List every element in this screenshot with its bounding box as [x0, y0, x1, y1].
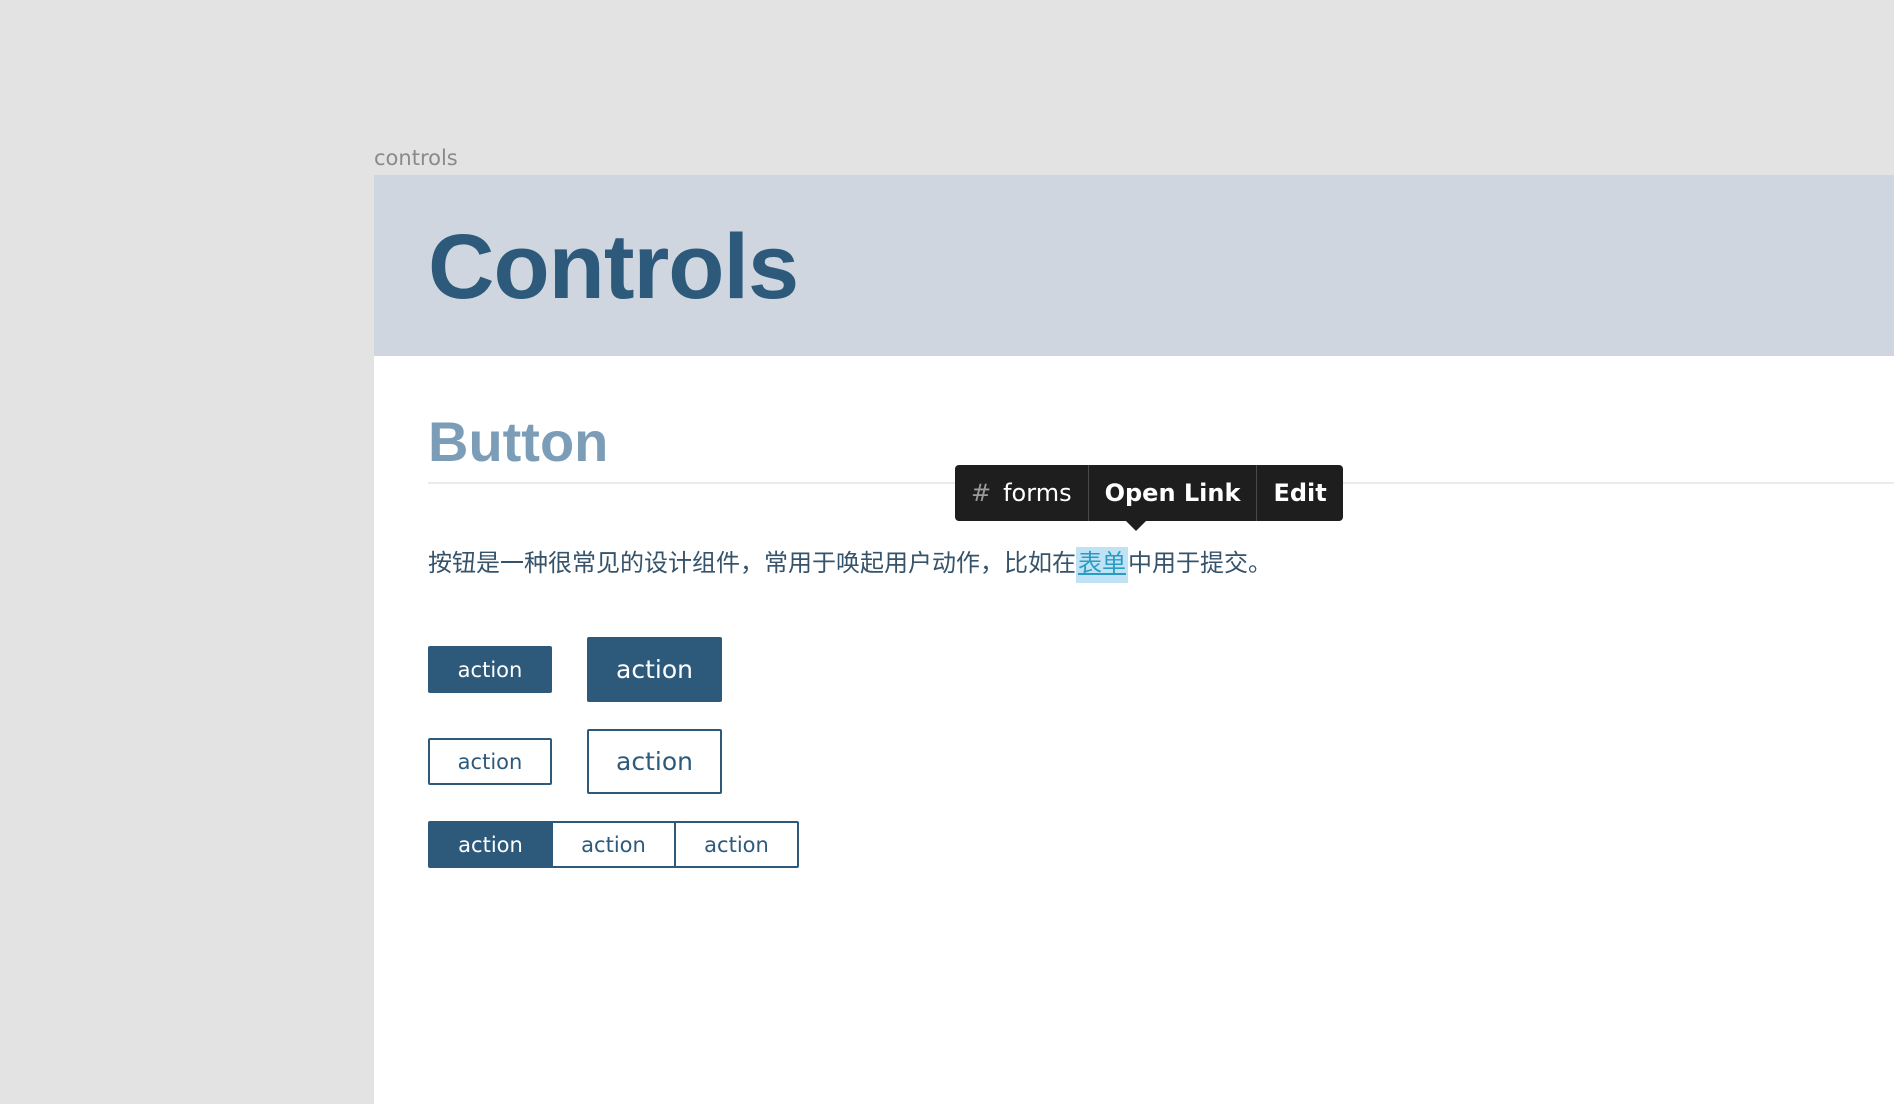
hash-icon: # [971, 479, 992, 507]
button-group: action action action [428, 821, 799, 868]
action-button-outline-large[interactable]: action [587, 729, 722, 794]
description-text-after: 中用于提交。 [1128, 549, 1272, 577]
page-title: Controls [428, 216, 799, 318]
tooltip-tag[interactable]: # forms [955, 465, 1088, 521]
button-group-item-3[interactable]: action [674, 823, 797, 866]
controls-frame: Controls Button 按钮是一种很常见的设计组件，常用于唤起用户动作，… [374, 175, 1894, 1104]
section-description: 按钮是一种很常见的设计组件，常用于唤起用户动作，比如在表单中用于提交。 [428, 543, 1272, 583]
description-text-before: 按钮是一种很常见的设计组件，常用于唤起用户动作，比如在 [428, 549, 1076, 577]
action-button-outline-small[interactable]: action [428, 738, 552, 785]
tooltip-arrow [1125, 520, 1147, 531]
section-title-button: Button [428, 410, 609, 473]
edit-link-button[interactable]: Edit [1256, 465, 1342, 521]
forms-link[interactable]: 表单 [1076, 547, 1128, 583]
frame-label: controls [374, 146, 458, 170]
button-group-item-2[interactable]: action [551, 823, 674, 866]
button-group-item-1[interactable]: action [430, 823, 551, 866]
action-button-filled-large[interactable]: action [587, 637, 722, 702]
action-button-filled-small[interactable]: action [428, 646, 552, 693]
hero-banner: Controls [374, 175, 1894, 356]
open-link-button[interactable]: Open Link [1087, 465, 1257, 521]
link-tooltip: # forms Open Link Edit [955, 465, 1343, 531]
tooltip-tag-label: forms [1003, 479, 1072, 507]
